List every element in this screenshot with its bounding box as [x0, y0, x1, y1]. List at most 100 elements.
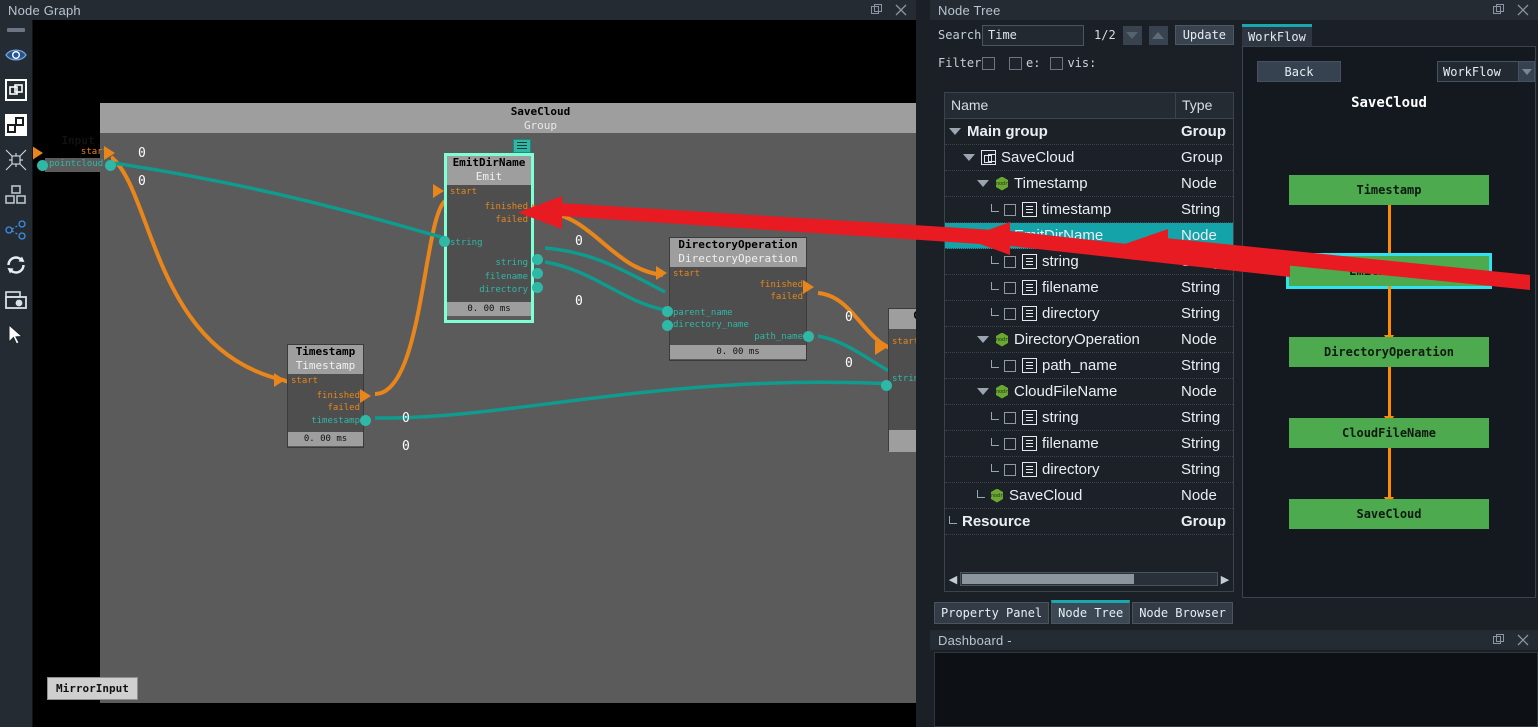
tree-row[interactable]: filename String — [945, 275, 1233, 301]
workflow-node-cloudfilename[interactable]: CloudFileName — [1289, 418, 1489, 448]
pin-directory-out[interactable] — [532, 282, 543, 293]
port-finished[interactable]: finished — [760, 280, 803, 290]
twisty-icon[interactable] — [977, 336, 989, 343]
port-start[interactable]: start — [673, 269, 700, 279]
row-checkbox[interactable] — [1004, 359, 1016, 372]
tree-row[interactable]: path_name String — [945, 353, 1233, 379]
tree-row[interactable]: string String — [945, 405, 1233, 431]
tree-row[interactable]: Main group Group — [945, 119, 1233, 145]
chevron-right-icon[interactable]: ▶ — [1218, 573, 1232, 586]
pin-filename-out[interactable] — [532, 268, 543, 279]
row-checkbox[interactable] — [1004, 203, 1016, 216]
restore-icon[interactable] — [1492, 633, 1506, 647]
search-prev-button[interactable] — [1122, 25, 1142, 45]
close-icon[interactable] — [894, 3, 908, 17]
pin-path-name-out[interactable] — [803, 331, 814, 342]
restore-icon[interactable] — [1492, 3, 1506, 17]
filter-checkbox-2[interactable] — [1009, 56, 1022, 70]
share-nodes-icon[interactable] — [2, 214, 31, 245]
scroll-thumb[interactable] — [962, 574, 1134, 584]
pin-string-in[interactable] — [439, 236, 450, 247]
pin-pointcloud[interactable] — [37, 160, 48, 171]
row-checkbox[interactable] — [1004, 281, 1016, 294]
row-checkbox[interactable] — [1004, 437, 1016, 450]
filter-checkbox-3[interactable] — [1050, 56, 1064, 70]
twisty-icon[interactable] — [963, 154, 975, 161]
close-icon[interactable] — [1516, 633, 1530, 647]
port-filename[interactable]: filename — [485, 272, 528, 282]
port-failed[interactable]: failed — [495, 215, 528, 225]
pin-string-out[interactable] — [532, 254, 543, 265]
row-checkbox[interactable] — [1004, 463, 1016, 476]
graph-node-emitdirname[interactable]: EmitDirName Emit start finished failed s… — [433, 139, 583, 323]
tab-node-browser[interactable]: Node Browser — [1132, 602, 1233, 624]
workflow-select[interactable]: WorkFlow — [1437, 61, 1521, 82]
node-tree-list[interactable]: Name Type Main group Group SaveCloud Group T… — [944, 92, 1234, 592]
two-squares-icon[interactable] — [2, 109, 31, 140]
graph-node-directoryoperation[interactable]: DirectoryOperation DirectoryOperation st… — [656, 237, 853, 371]
tab-node-tree[interactable]: Node Tree — [1051, 600, 1131, 624]
pin-parent-name[interactable] — [662, 306, 673, 317]
tree-row[interactable]: Timestamp Node — [945, 171, 1233, 197]
port-string[interactable]: string — [892, 374, 916, 384]
pin-exec-in[interactable] — [433, 184, 444, 198]
cursor-arrow-icon[interactable] — [2, 319, 31, 350]
port-finished[interactable]: finished — [317, 391, 360, 401]
pin-timestamp-out[interactable] — [360, 415, 371, 426]
graph-canvas[interactable]: SaveCloud Group Input start pointcloud 0… — [33, 20, 916, 727]
port-start[interactable]: start — [450, 187, 477, 197]
update-button[interactable]: Update — [1174, 25, 1235, 45]
pin-data-out[interactable] — [105, 160, 116, 171]
port-start[interactable]: start — [892, 337, 916, 347]
port-failed[interactable]: failed — [770, 292, 803, 302]
tree-rows[interactable]: Main group Group SaveCloud Group Timestamp No… — [945, 119, 1233, 567]
eye-icon[interactable] — [2, 39, 31, 70]
workflow-node-savecloud[interactable]: SaveCloud — [1289, 499, 1489, 529]
row-checkbox[interactable] — [1004, 255, 1016, 268]
chevron-left-icon[interactable]: ◀ — [946, 573, 960, 586]
tree-row[interactable]: DirectoryOperation Node — [945, 327, 1233, 353]
tree-row[interactable]: CloudFileName Node — [945, 379, 1233, 405]
layout-squares-icon[interactable] — [2, 179, 31, 210]
tab-workflow[interactable]: WorkFlow — [1242, 24, 1312, 47]
port-timestamp[interactable]: timestamp — [311, 416, 360, 426]
row-checkbox[interactable] — [1004, 307, 1016, 320]
graph-node-timestamp[interactable]: Timestamp Timestamp start finished faile… — [274, 344, 410, 454]
workflow-node-directoryoperation[interactable]: DirectoryOperation — [1289, 337, 1489, 367]
search-input[interactable] — [982, 24, 1084, 46]
twisty-icon[interactable] — [977, 388, 989, 395]
port-pointcloud[interactable]: pointcloud — [49, 159, 103, 169]
camera-icon[interactable] — [2, 284, 31, 315]
pin-exec-out[interactable] — [360, 389, 371, 403]
scroll-track[interactable] — [960, 572, 1218, 586]
pin-exec-out[interactable] — [104, 146, 115, 160]
tree-row[interactable]: directory String — [945, 301, 1233, 327]
group-box-icon[interactable] — [2, 74, 31, 105]
tree-row[interactable]: directory String — [945, 457, 1233, 483]
tree-row[interactable]: timestamp String — [945, 197, 1233, 223]
pin-exec-in[interactable] — [656, 266, 667, 280]
twisty-icon[interactable] — [977, 180, 989, 187]
port-finished[interactable]: finished — [485, 202, 528, 212]
workflow-node-emitdirname[interactable]: EmitDirName — [1286, 253, 1492, 289]
tree-row[interactable]: string String — [945, 249, 1233, 275]
graph-node-input[interactable]: Input start pointcloud 0 0 — [33, 134, 146, 189]
mirror-input-tab[interactable]: MirrorInput — [47, 677, 138, 700]
port-start[interactable]: start — [291, 376, 318, 386]
tree-row[interactable]: filename String — [945, 431, 1233, 457]
tree-row[interactable]: Resource Group — [945, 509, 1233, 535]
port-failed[interactable]: failed — [327, 403, 360, 413]
chevron-down-icon[interactable] — [1518, 61, 1535, 82]
pin-exec-in[interactable] — [875, 341, 886, 355]
collapse-star-icon[interactable] — [2, 144, 31, 175]
tree-row[interactable]: SaveCloud Node — [945, 483, 1233, 509]
port-string[interactable]: string — [495, 258, 528, 268]
bottom-tabbar[interactable]: Property Panel Node Tree Node Browser — [934, 600, 1538, 624]
tree-row[interactable]: EmitDirName Node — [945, 223, 1233, 249]
note-icon[interactable] — [513, 139, 531, 153]
port-directory-name[interactable]: directory_name — [673, 320, 749, 330]
pin-exec-out[interactable] — [803, 280, 814, 294]
port-string-in[interactable]: string — [450, 238, 483, 248]
pin-exec-in[interactable] — [274, 373, 285, 387]
tree-hscrollbar[interactable]: ◀ ▶ — [946, 568, 1232, 590]
